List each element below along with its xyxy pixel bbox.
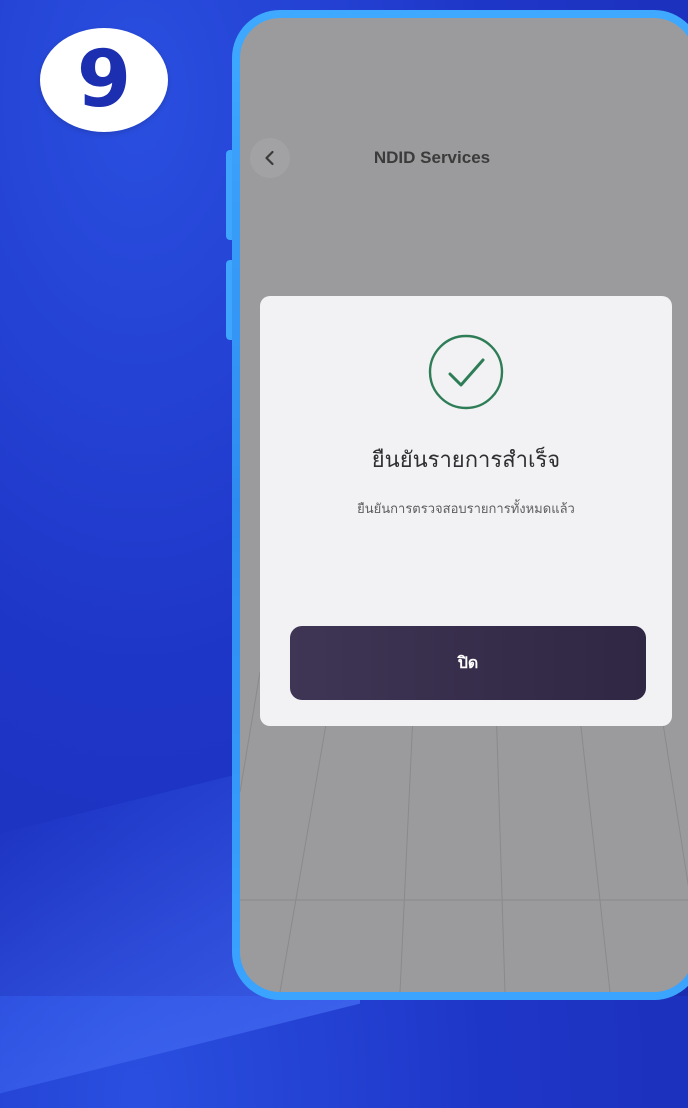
step-number: 9 [76,35,132,125]
phone-screen: NDID Services ยืนยันรายการสำเร็จ ยืนยันก… [240,18,688,992]
dialog-title: ยืนยันรายการสำเร็จ [371,448,561,473]
step-number-badge: 9 [40,28,168,132]
nav-title: NDID Services [373,148,491,167]
dialog-message: ยืนยันการตรวจสอบรายการทั้งหมดแล้ว [357,502,575,517]
phone-frame: NDID Services ยืนยันรายการสำเร็จ ยืนยันก… [232,10,688,1000]
success-dialog: ยืนยันรายการสำเร็จ ยืนยันการตรวจสอบรายกา… [260,296,672,726]
back-button[interactable] [250,138,290,178]
check-circle-icon [428,334,504,410]
close-button[interactable]: ปิด [290,626,646,700]
nav-bar: NDID Services [240,128,688,188]
chevron-left-icon [265,150,274,166]
